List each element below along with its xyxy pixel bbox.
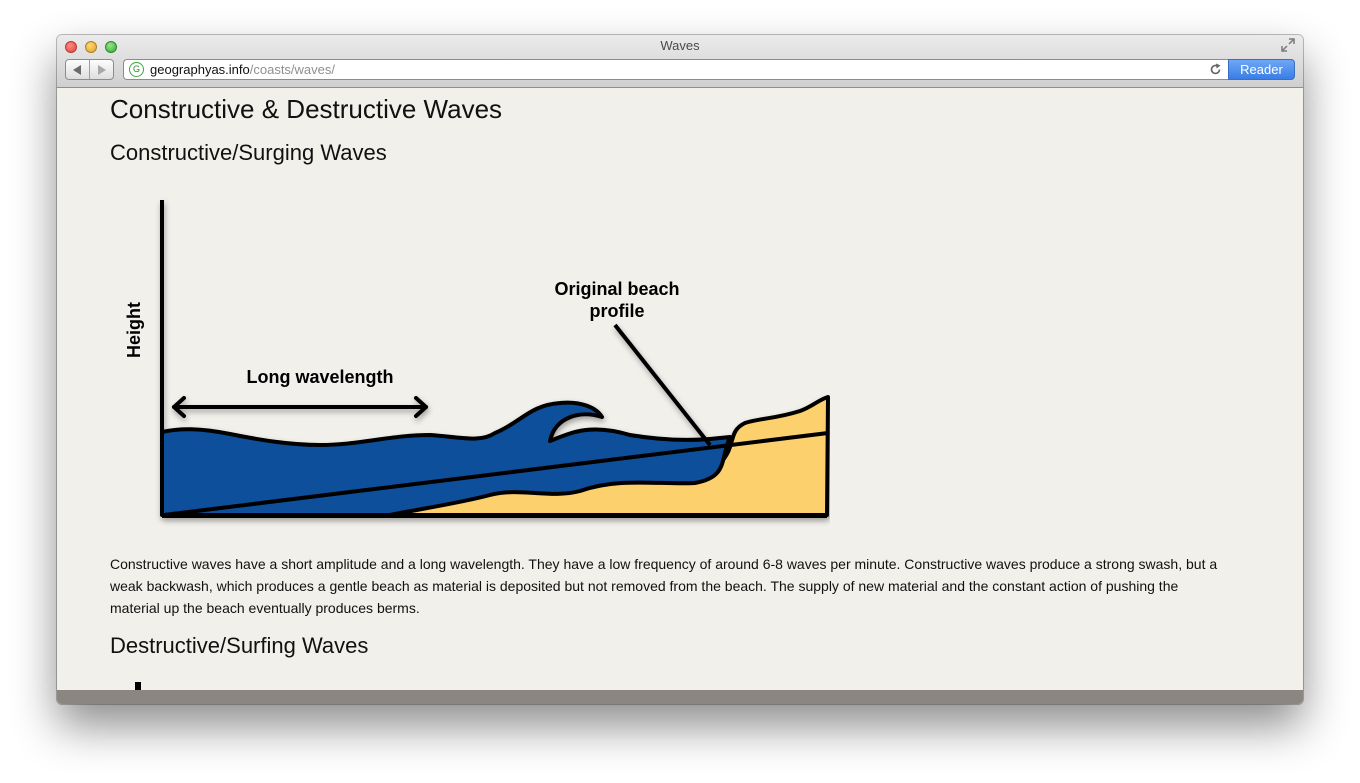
url-text[interactable]: geographyas.info/coasts/waves/: [150, 62, 335, 77]
constructive-wave-diagram: Height Long wavelength Original beach pr…: [124, 200, 830, 518]
reload-icon[interactable]: [1209, 63, 1222, 76]
forward-button[interactable]: [89, 60, 113, 79]
page-title: Constructive & Destructive Waves: [110, 94, 503, 124]
back-arrow-icon: [73, 64, 81, 75]
browser-window: Waves G geographyas.info/coasts/waves/ R…: [57, 35, 1303, 704]
beach-label-line2: profile: [589, 301, 644, 321]
back-button[interactable]: [66, 60, 89, 79]
y-axis-label: Height: [124, 302, 144, 358]
back-forward-group: [65, 59, 114, 80]
url-path: /coasts/waves/: [249, 62, 336, 77]
wavelength-label: Long wavelength: [246, 367, 393, 387]
section-title-constructive: Constructive/Surging Waves: [110, 140, 387, 165]
section-title-destructive: Destructive/Surfing Waves: [110, 633, 369, 658]
url-host: geographyas.info: [150, 62, 250, 77]
window-bottom-bar: [57, 690, 1303, 704]
constructive-description: Constructive waves have a short amplitud…: [110, 556, 1218, 616]
destructive-diagram-axis: [135, 682, 141, 690]
site-favicon-icon: G: [129, 62, 144, 77]
beach-profile-pointer: [613, 323, 712, 447]
fullscreen-icon[interactable]: [1281, 38, 1295, 52]
wavelength-arrow: [172, 396, 428, 418]
window-title: Waves: [660, 38, 700, 53]
reader-button[interactable]: Reader: [1228, 59, 1295, 80]
page-content: Constructive & Destructive Waves Constru…: [57, 88, 1303, 690]
beach-label-line1: Original beach: [554, 279, 679, 299]
address-bar[interactable]: G geographyas.info/coasts/waves/: [123, 59, 1228, 80]
browser-toolbar: Waves G geographyas.info/coasts/waves/ R…: [57, 35, 1303, 88]
forward-arrow-icon: [98, 64, 106, 75]
